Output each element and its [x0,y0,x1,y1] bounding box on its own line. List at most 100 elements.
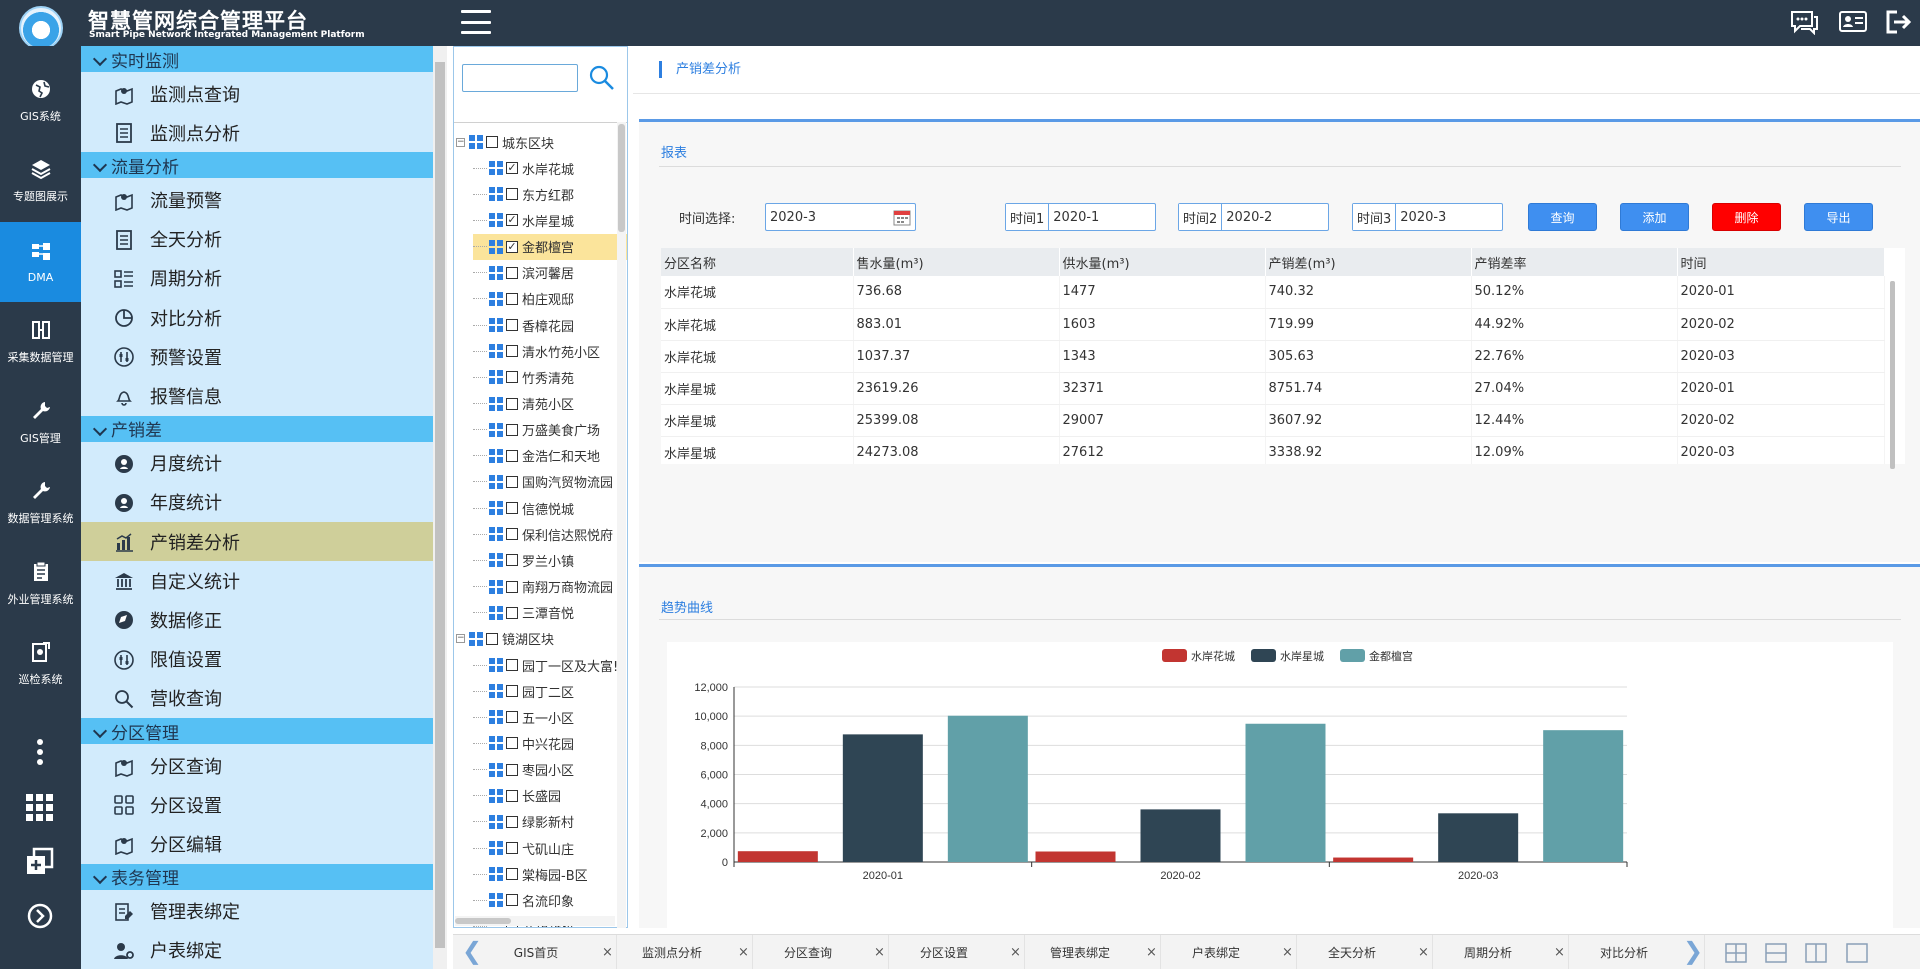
nav-data-management[interactable]: 数据管理系统 [0,463,81,543]
open-tab[interactable]: GIS首页 × [481,935,617,969]
open-tab[interactable]: 周期分析 × [1433,935,1569,969]
collapse-toggle-icon[interactable]: − [456,137,465,147]
menu-item[interactable]: 户表绑定 [81,931,433,969]
nav-inspection[interactable]: 巡检系统 [0,624,81,704]
table-header-cell[interactable]: 售水量(m³) [853,248,1060,276]
tree-checkbox[interactable] [506,371,518,384]
tabs-prev-button[interactable]: ❮ [462,939,482,963]
tree-checkbox[interactable] [506,502,518,515]
menu-item[interactable]: 自定义统计 [81,561,433,600]
tree-checkbox[interactable] [506,737,518,750]
layout-horizontal-split-icon[interactable] [1765,943,1787,963]
open-tab[interactable]: 分区查询 × [753,935,889,969]
circle-arrow-right-icon[interactable] [20,896,60,936]
menu-item[interactable]: 管理表绑定 [81,892,433,931]
tree-checkbox[interactable]: ✓ [506,240,518,253]
delete-button[interactable]: 删除 [1712,203,1781,231]
layout-vertical-split-icon[interactable] [1805,943,1827,963]
nav-data-collection[interactable]: 采集数据管理 [0,302,81,382]
tab-close-icon[interactable]: × [738,945,749,960]
calendar-icon[interactable] [893,209,911,226]
menu-item[interactable]: 对比分析 [81,298,433,337]
tree-checkbox[interactable] [506,842,518,855]
tree-leaf-node[interactable]: 清苑小区 [473,391,627,417]
tree-checkbox[interactable] [506,685,518,698]
tree-leaf-node[interactable]: ✓ 水岸花城 [473,155,627,181]
tree-leaf-node[interactable]: 国购汽贸物流园 [473,469,627,495]
tree-leaf-node[interactable]: 五一小区 [473,704,627,730]
tree-checkbox[interactable]: ✓ [506,214,518,227]
tree-group-node[interactable]: − 镜湖区块 [456,626,627,652]
menu-item[interactable]: 营收查询 [81,679,433,718]
nav-field-management[interactable]: 外业管理系统 [0,544,81,624]
add-button[interactable]: 添加 [1620,203,1689,231]
tree-leaf-node[interactable]: 绿影新村 [473,809,627,835]
tree-leaf-node[interactable]: 长盛园 [473,783,627,809]
menu-item[interactable]: 月度统计 [81,444,433,483]
tree-leaf-node[interactable]: 保利信达熙悦府 [473,521,627,547]
tree-checkbox[interactable] [506,292,518,305]
tree-checkbox[interactable] [506,423,518,436]
add-window-icon[interactable] [20,842,60,882]
table-row[interactable]: 水岸花城 736.68 1477 740.32 50.12% 2020-01 [661,276,1885,309]
tree-leaf-node[interactable]: 清水竹苑小区 [473,338,627,364]
open-tab[interactable]: 全天分析 × [1297,935,1433,969]
tree-checkbox[interactable] [506,606,518,619]
menu-item[interactable]: 分区编辑 [81,824,433,863]
table-header-cell[interactable]: 时间 [1677,248,1885,276]
table-header-cell[interactable]: 供水量(m³) [1059,248,1266,276]
menu-toggle-button[interactable] [461,10,491,34]
tree-leaf-node[interactable]: 东方红郡 [473,181,627,207]
table-header-cell[interactable]: 产销差率 [1471,248,1678,276]
search-icon[interactable] [588,64,616,92]
tab-close-icon[interactable]: × [602,945,613,960]
menu-item[interactable]: 数据修正 [81,600,433,639]
tree-leaf-node[interactable]: 滨河馨居 [473,260,627,286]
tree-checkbox[interactable] [506,554,518,567]
tree-checkbox[interactable] [506,397,518,410]
export-button[interactable]: 导出 [1804,203,1873,231]
tree-leaf-node[interactable]: 柏庄观邸 [473,286,627,312]
tree-leaf-node[interactable]: 罗兰小镇 [473,547,627,573]
tree-checkbox[interactable] [506,868,518,881]
tree-leaf-node[interactable]: 弋矶山庄 [473,835,627,861]
query-button[interactable]: 查询 [1528,203,1597,231]
menu-item[interactable]: 报警信息 [81,376,433,415]
tree-leaf-node[interactable]: 园丁一区及大富! [473,652,627,678]
tree-checkbox[interactable] [506,345,518,358]
tree-leaf-node[interactable]: 万盛美食广场 [473,417,627,443]
tree-leaf-node[interactable]: 园丁二区 [473,678,627,704]
table-row[interactable]: 水岸星城 24273.08 27612 3338.92 12.09% 2020-03 [661,436,1885,464]
chat-icon[interactable] [1789,9,1819,36]
tab-close-icon[interactable]: × [1010,945,1021,960]
tree-checkbox[interactable] [506,815,518,828]
tree-checkbox[interactable] [506,659,518,671]
menu-group-3[interactable]: 分区管理 [81,718,433,744]
menu-item[interactable]: 流量预警 [81,180,433,219]
layout-quad-icon[interactable] [1725,943,1747,963]
tree-leaf-node[interactable]: ✓ 水岸星城 [473,207,627,233]
tree-group-node[interactable]: − 城东区块 [456,129,627,155]
tab-close-icon[interactable]: × [874,945,885,960]
tree-leaf-node[interactable]: ✓ 金都檀宫 [473,233,627,260]
tree-checkbox[interactable] [506,580,518,593]
tab-close-icon[interactable]: × [1146,945,1157,960]
tree-checkbox[interactable] [506,475,518,488]
tree-leaf-node[interactable]: 三潭音悦 [473,600,627,626]
tree-checkbox[interactable] [506,711,518,724]
menu-item[interactable]: 监测点分析 [81,113,433,152]
tree-leaf-node[interactable]: 竹秀清苑 [473,364,627,390]
menu-group-0[interactable]: 实时监测 [81,46,433,72]
tree-checkbox[interactable]: ✓ [506,162,518,175]
open-tab[interactable]: 监测点分析 × [617,935,753,969]
menu-item[interactable]: 全天分析 [81,220,433,259]
tree-checkbox[interactable] [506,528,518,541]
tree-leaf-node[interactable]: 香樟花园 [473,312,627,338]
tree-leaf-node[interactable]: 金浩仁和天地 [473,443,627,469]
tree-checkbox[interactable] [506,763,518,776]
table-header-cell[interactable]: 产销差(m³) [1265,248,1472,276]
layout-single-icon[interactable] [1846,943,1868,963]
time2-input[interactable]: 时间2 2020-2 [1178,203,1329,231]
tree-leaf-node[interactable]: 棠梅园-B区 [473,861,627,887]
tree-checkbox[interactable] [506,449,518,462]
